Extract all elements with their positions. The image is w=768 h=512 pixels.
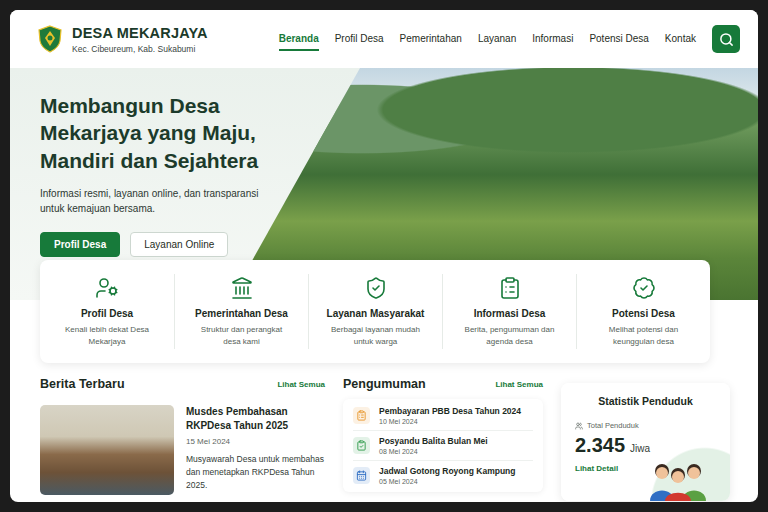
feature-icon — [95, 276, 119, 300]
section-header: Pengumuman Lihat Semua — [343, 377, 543, 391]
feature-description: Berbagai layanan mudah untuk warga — [328, 324, 424, 347]
bottom-section: Berita Terbaru Lihat Semua Musdes Pembahas… — [40, 377, 730, 501]
announcement-icon-box — [353, 467, 370, 484]
announcement-title: Jadwal Gotong Royong Kampung — [379, 466, 515, 476]
search-icon — [719, 32, 734, 47]
hero-button[interactable]: Profil Desa — [40, 232, 120, 257]
feature-item[interactable]: Informasi Desa Berita, pengumuman dan age… — [442, 274, 576, 349]
stats-label: Total Penduduk — [575, 421, 716, 430]
announcement-icon-box — [353, 437, 370, 454]
feature-title: Layanan Masyarakat — [327, 308, 425, 319]
news-summary: Musyawarah Desa untuk membahas dan menet… — [186, 453, 325, 491]
announcement-title: Posyandu Balita Bulan Mei — [379, 436, 488, 446]
news-photo — [40, 405, 174, 495]
announcement-item[interactable]: Jadwal Gotong Royong Kampung 05 Mei 2024 — [353, 461, 533, 490]
feature-title: Potensi Desa — [612, 308, 675, 319]
see-all-link[interactable]: Lihat Semua — [495, 380, 543, 389]
site-subtitle: Kec. Cibeureum, Kab. Sukabumi — [72, 44, 208, 54]
announcement-item[interactable]: Pembayaran PBB Desa Tahun 2024 10 Mei 202… — [353, 401, 533, 431]
nav-item[interactable]: Kontak — [665, 27, 696, 51]
feature-icon — [632, 276, 656, 300]
stats-unit: Jiwa — [630, 443, 650, 454]
news-section: Berita Terbaru Lihat Semua Musdes Pembahas… — [40, 377, 325, 501]
feature-title: Informasi Desa — [474, 308, 546, 319]
announcement-item[interactable]: Posyandu Balita Bulan Mei 08 Mei 2024 — [353, 431, 533, 461]
nav-item[interactable]: Beranda — [279, 27, 319, 51]
announcement-date: 08 Mei 2024 — [379, 448, 488, 455]
see-all-link[interactable]: Lihat Semua — [277, 380, 325, 389]
feature-icon — [498, 276, 522, 300]
hero-text: Membangun DesaMekarjaya yang Maju,Mandir… — [10, 68, 758, 257]
news-item[interactable]: Musdes Pembahasan RKPDesa Tahun 2025 15 M… — [40, 405, 325, 495]
feature-description: Struktur dan perangkat desa kami — [194, 324, 290, 347]
announcement-list: Pembayaran PBB Desa Tahun 2024 10 Mei 202… — [343, 399, 543, 492]
hero-headline: Membangun DesaMekarjaya yang Maju,Mandir… — [40, 92, 758, 174]
screen-frame: DESA MEKARJAYA Kec. Cibeureum, Kab. Sukab… — [0, 0, 768, 512]
announcement-icon — [356, 470, 367, 481]
feature-title: Pemerintahan Desa — [195, 308, 288, 319]
feature-description: Kenali lebih dekat Desa Mekarjaya — [59, 324, 155, 347]
nav-item[interactable]: Informasi — [532, 27, 573, 51]
feature-item[interactable]: Potensi Desa Melihat potensi dan keunggul… — [576, 274, 710, 349]
section-title: Berita Terbaru — [40, 377, 125, 391]
feature-description: Berita, pengumuman dan agenda desa — [462, 324, 558, 347]
feature-title: Profil Desa — [81, 308, 133, 319]
stats-detail-link[interactable]: Lihat Detail — [575, 464, 618, 473]
announcement-icon — [356, 410, 367, 421]
site-header: DESA MEKARJAYA Kec. Cibeureum, Kab. Sukab… — [10, 10, 758, 68]
site-title: DESA MEKARJAYA — [72, 25, 208, 41]
section-header: Berita Terbaru Lihat Semua — [40, 377, 325, 391]
announcement-section: Pengumuman Lihat Semua Pembayaran PBB Desa… — [343, 377, 543, 501]
feature-card: Profil Desa Kenali lebih dekat Desa Mekar… — [40, 260, 710, 363]
hero-subtitle: Informasi resmi, layanan online, dan tra… — [40, 186, 758, 216]
nav-item[interactable]: Pemerintahan — [400, 27, 462, 51]
feature-item[interactable]: Profil Desa Kenali lebih dekat Desa Mekar… — [40, 274, 174, 349]
news-title: Musdes Pembahasan RKPDesa Tahun 2025 — [186, 405, 325, 432]
announcement-date: 05 Mei 2024 — [379, 478, 515, 485]
users-icon — [575, 422, 583, 430]
announcement-date: 10 Mei 2024 — [379, 418, 521, 425]
feature-item[interactable]: Layanan Masyarakat Berbagai layanan mudah… — [308, 274, 442, 349]
announcement-title: Pembayaran PBB Desa Tahun 2024 — [379, 406, 521, 416]
feature-item[interactable]: Pemerintahan Desa Struktur dan perangkat … — [174, 274, 308, 349]
hero-buttons: Profil Desa Layanan Online — [40, 232, 758, 257]
section-title: Pengumuman — [343, 377, 426, 391]
feature-description: Melihat potensi dan keunggulan desa — [596, 324, 692, 347]
stats-card: Statistik Penduduk Total Penduduk 2.345 Jiw… — [561, 383, 730, 501]
announcement-icon-box — [353, 407, 370, 424]
hero-button[interactable]: Layanan Online — [130, 232, 228, 257]
feature-icon — [364, 276, 388, 300]
news-date: 15 Mei 2024 — [186, 437, 325, 446]
announcement-icon — [356, 440, 367, 451]
search-button[interactable] — [712, 25, 740, 53]
stats-title: Statistik Penduduk — [575, 395, 716, 407]
village-logo-icon — [38, 25, 62, 53]
brand-text: DESA MEKARJAYA Kec. Cibeureum, Kab. Sukab… — [72, 25, 208, 54]
page: DESA MEKARJAYA Kec. Cibeureum, Kab. Sukab… — [10, 10, 758, 502]
stats-value: 2.345 — [575, 434, 625, 457]
brand[interactable]: DESA MEKARJAYA Kec. Cibeureum, Kab. Sukab… — [38, 25, 208, 54]
population-icon — [642, 457, 716, 501]
nav-item[interactable]: Layanan — [478, 27, 516, 51]
main-nav: Beranda Profil Desa Pemerintahan Layanan Inf… — [279, 27, 696, 51]
feature-icon — [230, 276, 254, 300]
nav-item[interactable]: Profil Desa — [335, 27, 384, 51]
nav-item[interactable]: Potensi Desa — [589, 27, 648, 51]
